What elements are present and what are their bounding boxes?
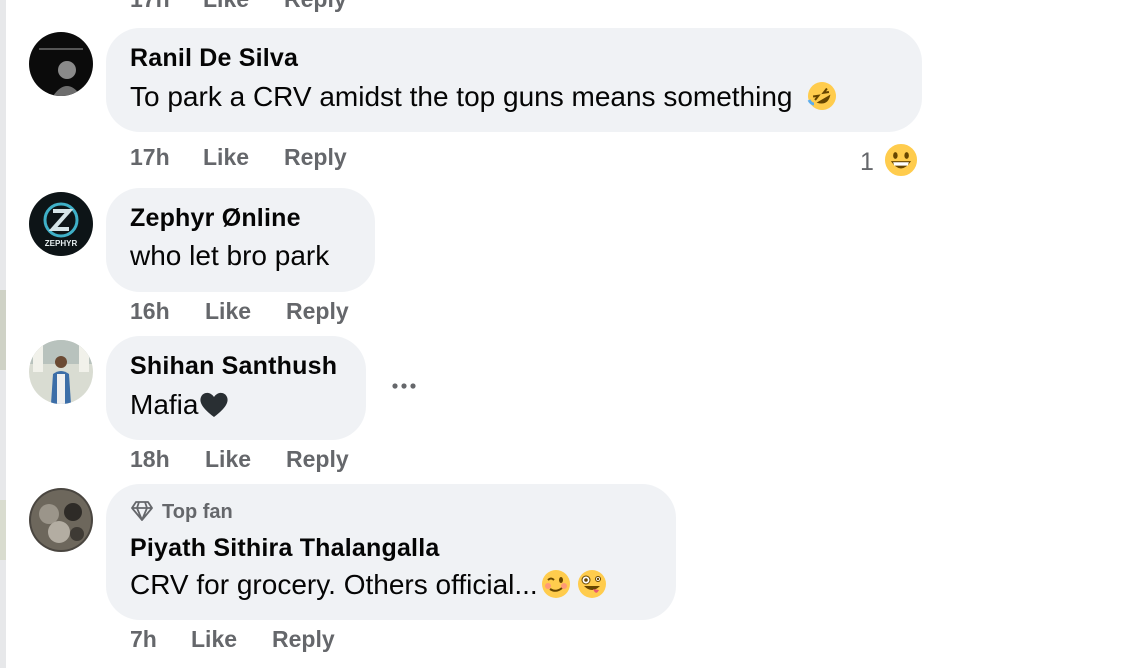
like-button[interactable]: Like <box>203 144 249 171</box>
left-edge-panel <box>0 0 6 668</box>
top-fan-badge: Top fan <box>130 500 233 524</box>
comment-bubble: Shihan Santhush Mafia <box>106 336 366 440</box>
reply-button[interactable]: Reply <box>284 144 347 171</box>
comment-time[interactable]: 17h <box>130 144 170 171</box>
comment-actions: 16h Like Reply <box>130 298 430 328</box>
reaction-count: 1 <box>860 148 874 176</box>
comment-author[interactable]: Piyath Sithira Thalangalla <box>130 534 439 563</box>
grinning-face-icon <box>883 142 919 178</box>
comment-actions: 18h Like Reply <box>130 446 430 476</box>
comment-body: To park a CRV amidst the top guns means … <box>130 81 793 112</box>
comment-actions: 17h Like Reply <box>130 144 430 174</box>
comment-bubble: Ranil De Silva To park a CRV amidst the … <box>106 28 922 132</box>
rolling-on-floor-laughing-icon <box>807 81 837 110</box>
badge-label: Top fan <box>162 501 233 523</box>
reply-button[interactable]: Reply <box>286 446 349 473</box>
edge-chip <box>0 290 6 370</box>
reply-button[interactable]: Reply <box>284 0 347 13</box>
reply-button[interactable]: Reply <box>286 298 349 325</box>
winking-face-icon <box>541 570 570 598</box>
reaction-summary[interactable]: 1 <box>860 142 919 178</box>
avatar[interactable] <box>29 340 93 404</box>
comment-text: Mafia <box>130 388 230 421</box>
comment-author[interactable]: Shihan Santhush <box>130 352 337 381</box>
avatar-label: ZEPHYR <box>45 239 78 248</box>
comment-actions: 7h Like Reply <box>130 626 430 656</box>
more-options-button[interactable] <box>389 374 419 398</box>
comment-bubble: Top fan Piyath Sithira Thalangalla CRV f… <box>106 484 676 620</box>
comment-text: To park a CRV amidst the top guns means … <box>130 80 838 113</box>
comment-author[interactable]: Zephyr Ønline <box>130 204 301 233</box>
avatar[interactable] <box>29 32 93 96</box>
comment-text: CRV for grocery. Others official... <box>130 568 608 601</box>
avatar[interactable] <box>29 488 93 552</box>
comment-time[interactable]: 17h <box>130 0 170 13</box>
reply-button[interactable]: Reply <box>272 626 335 653</box>
edge-chip <box>0 500 6 560</box>
like-button[interactable]: Like <box>205 298 251 325</box>
comment-body: Mafia <box>130 389 199 420</box>
comment-time[interactable]: 18h <box>130 446 170 473</box>
previous-comment-actions: 17h Like Reply <box>130 0 430 16</box>
comment-bubble: Zephyr Ønline who let bro park <box>106 188 375 292</box>
comment-time[interactable]: 7h <box>130 626 157 653</box>
comment-time[interactable]: 16h <box>130 298 170 325</box>
like-button[interactable]: Like <box>205 446 251 473</box>
black-heart-icon <box>200 392 229 417</box>
like-button[interactable]: Like <box>191 626 237 653</box>
avatar[interactable]: ZEPHYR <box>29 192 93 256</box>
diamond-icon <box>131 501 153 521</box>
comment-body: CRV for grocery. Others official... <box>130 569 538 600</box>
comment-author[interactable]: Ranil De Silva <box>130 44 298 73</box>
like-button[interactable]: Like <box>203 0 249 13</box>
zany-face-icon <box>577 570 606 598</box>
comment-body: who let bro park <box>130 240 330 271</box>
ellipsis-icon <box>392 383 416 389</box>
